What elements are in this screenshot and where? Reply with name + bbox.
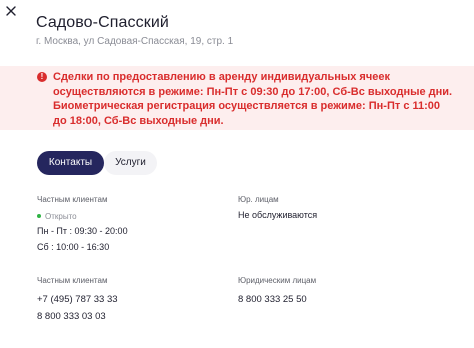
tab-contacts[interactable]: Контакты <box>37 151 104 175</box>
branch-address: г. Москва, ул Садовая-Спасская, 19, стр.… <box>36 36 234 47</box>
branch-title: Садово-Спасский <box>36 14 169 31</box>
hours-weekend: Сб : 10:00 - 16:30 <box>37 242 110 252</box>
hours-private-label: Частным клиентам <box>37 195 108 204</box>
alert-text: Сделки по предоставлению в аренду индиви… <box>53 71 453 127</box>
phone-private-2[interactable]: 8 800 333 03 03 <box>37 311 106 322</box>
phones-private-label: Частным клиентам <box>37 276 108 285</box>
status-dot-icon <box>37 214 41 218</box>
hours-legal-value: Не обслуживаются <box>238 210 318 220</box>
open-status-text: Открыто <box>45 212 77 221</box>
open-status: Открыто <box>37 212 77 221</box>
alert-circle-icon: ! <box>37 72 47 82</box>
phone-legal-1[interactable]: 8 800 333 25 50 <box>238 294 307 305</box>
hours-legal-label: Юр. лицам <box>238 195 279 204</box>
phones-legal-label: Юридическим лицам <box>238 276 317 285</box>
close-icon[interactable] <box>4 4 18 18</box>
tab-services[interactable]: Услуги <box>104 151 157 175</box>
phone-private-1[interactable]: +7 (495) 787 33 33 <box>37 294 118 305</box>
hours-weekdays: Пн - Пт : 09:30 - 20:00 <box>37 226 128 236</box>
branch-details-panel: Садово-Спасский г. Москва, ул Садовая-Сп… <box>0 0 474 348</box>
